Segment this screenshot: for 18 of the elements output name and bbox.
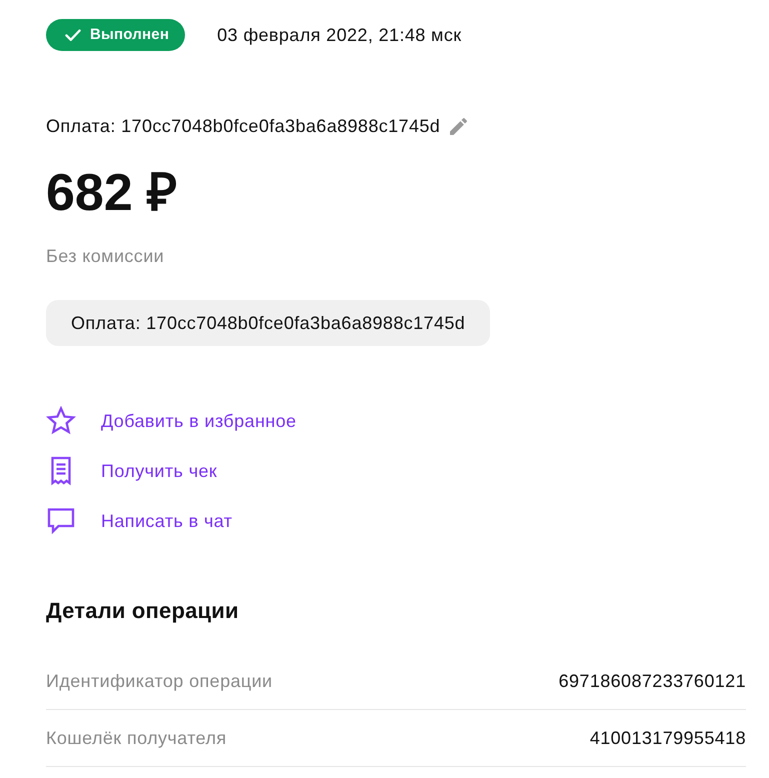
star-icon <box>46 406 76 436</box>
detail-value: 410013179955418 <box>590 726 746 750</box>
chat-icon <box>46 506 76 536</box>
detail-label: Кошелёк получателя <box>46 726 227 750</box>
action-link[interactable]: Получить чек <box>101 458 218 484</box>
operation-date: 03 февраля 2022, 21:48 мск <box>217 24 462 47</box>
check-icon <box>65 28 81 42</box>
fee-note: Без комиссии <box>46 245 164 268</box>
section-heading: Детали операции <box>46 597 239 625</box>
amount: 682 ₽ <box>46 163 178 223</box>
payment-comment: Оплата: 170cc7048b0fce0fa3ba6a8988c1745d <box>46 300 490 346</box>
pencil-icon[interactable] <box>450 118 468 134</box>
action-link[interactable]: Добавить в избранное <box>101 408 296 434</box>
detail-value: 697186087233760121 <box>558 670 746 692</box>
action-link[interactable]: Написать в чат <box>101 508 232 534</box>
payment-title: Оплата: 170cc7048b0fce0fa3ba6a8988c1745d <box>46 115 440 138</box>
status-badge: Выполнен <box>46 19 186 51</box>
detail-label: Идентификатор операции <box>46 670 273 693</box>
